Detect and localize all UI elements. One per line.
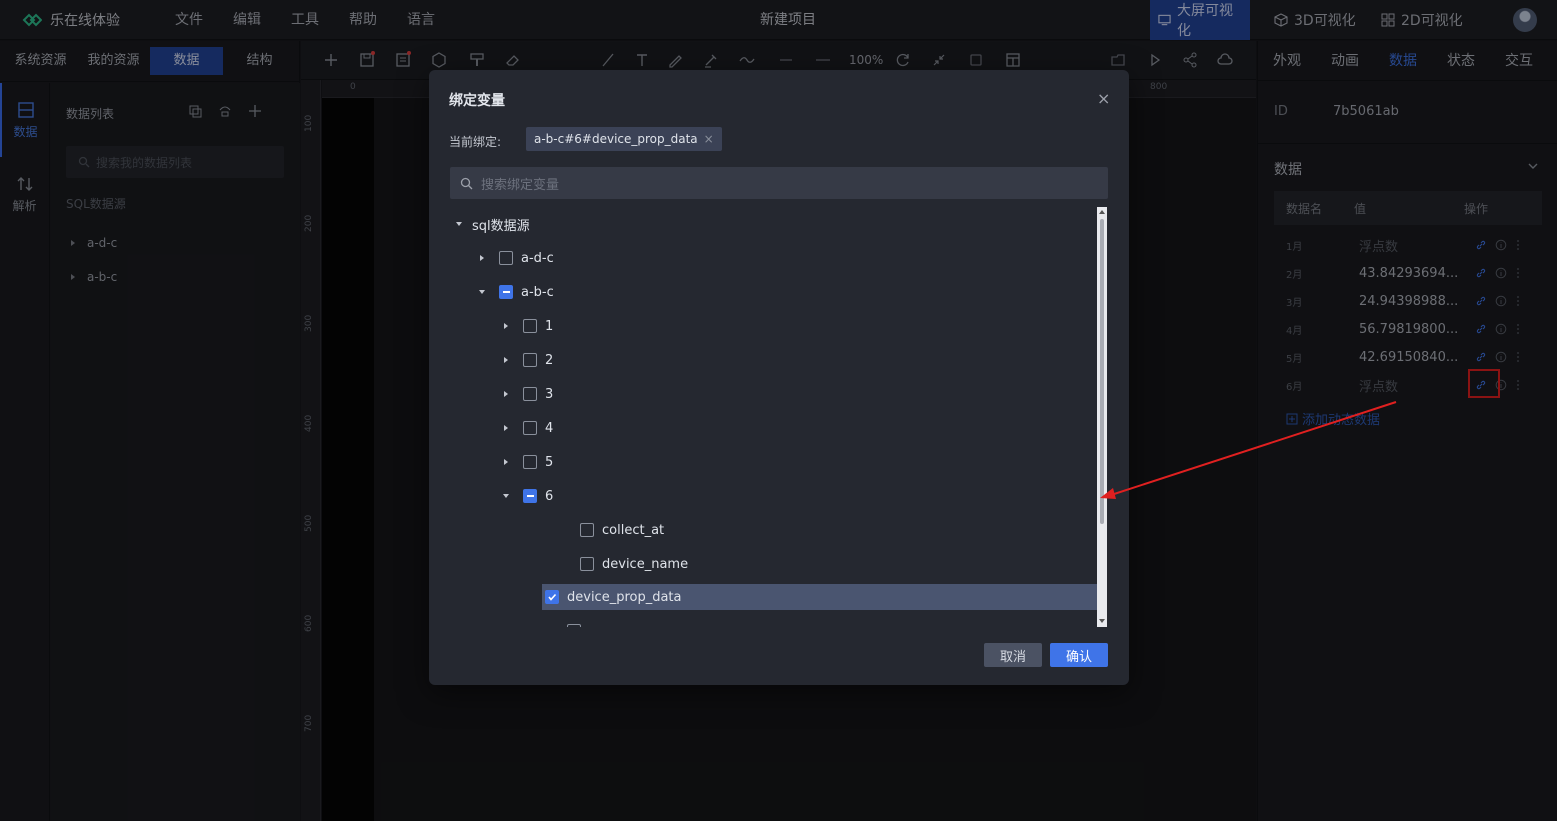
tree-group-label: 4 xyxy=(545,420,554,436)
tree-group-label: 2 xyxy=(545,352,554,368)
checkbox[interactable] xyxy=(523,455,537,469)
tree-source-adc[interactable]: a-d-c xyxy=(475,245,554,271)
tree-group-label: 6 xyxy=(545,488,554,504)
tree-group-2[interactable]: 2 xyxy=(499,347,553,373)
close-icon[interactable]: × xyxy=(1097,91,1110,107)
tree-source-label: a-d-c xyxy=(521,250,554,266)
checkbox[interactable] xyxy=(523,387,537,401)
scroll-down-arrow[interactable] xyxy=(1099,619,1105,623)
checkbox[interactable] xyxy=(523,319,537,333)
scroll-up-arrow[interactable] xyxy=(1099,210,1105,214)
current-binding-tag: a-b-c#6#device_prop_data × xyxy=(526,127,722,151)
tree-group-4[interactable]: 4 xyxy=(499,415,553,441)
checkbox-checked[interactable] xyxy=(545,590,559,604)
current-binding-value: a-b-c#6#device_prop_data xyxy=(534,132,698,146)
tree-group-6[interactable]: 6 xyxy=(499,483,553,509)
tree-source-label: a-b-c xyxy=(521,284,554,300)
caret-right-icon[interactable] xyxy=(499,387,513,401)
tree-group-label: 1 xyxy=(545,318,554,334)
tree-field-partial xyxy=(567,618,589,627)
search-icon xyxy=(460,177,473,189)
caret-right-icon[interactable] xyxy=(499,421,513,435)
tree-group-5[interactable]: 5 xyxy=(499,449,553,475)
checkbox[interactable] xyxy=(580,523,594,537)
checkbox[interactable] xyxy=(580,557,594,571)
tree-group-3[interactable]: 3 xyxy=(499,381,553,407)
tree-group-1[interactable]: 1 xyxy=(499,313,553,339)
caret-right-icon[interactable] xyxy=(475,251,489,265)
tree-scrollbar[interactable] xyxy=(1097,207,1107,627)
cancel-button[interactable]: 取消 xyxy=(984,643,1042,667)
caret-down-icon[interactable] xyxy=(499,489,513,503)
tag-close-icon[interactable]: × xyxy=(704,132,714,146)
bind-variable-dialog: 绑定变量 × 当前绑定: a-b-c#6#device_prop_data × … xyxy=(429,70,1129,685)
tree-root-sql[interactable]: sql数据源 xyxy=(452,211,530,237)
caret-right-icon[interactable] xyxy=(499,353,513,367)
check-icon xyxy=(548,593,557,601)
current-binding-label: 当前绑定: xyxy=(449,135,502,149)
tree-source-abc[interactable]: a-b-c xyxy=(475,279,554,305)
caret-down-icon[interactable] xyxy=(452,217,466,231)
scroll-thumb[interactable] xyxy=(1100,219,1104,524)
tree-group-label: 5 xyxy=(545,454,554,470)
caret-right-icon[interactable] xyxy=(499,319,513,333)
tree-group-label: 3 xyxy=(545,386,554,402)
checkbox[interactable] xyxy=(567,624,581,627)
tree-field-label: collect_at xyxy=(602,522,665,538)
variable-tree: sql数据源 a-d-c a-b-c 1 2 3 4 5 6 collect_at dev… xyxy=(450,207,1106,627)
checkbox[interactable] xyxy=(499,251,513,265)
checkbox-indeterminate[interactable] xyxy=(499,285,513,299)
tree-field-device-name[interactable]: device_name xyxy=(544,551,688,577)
tree-root-label: sql数据源 xyxy=(472,218,530,234)
tree-field-collect-at[interactable]: collect_at xyxy=(544,517,664,543)
caret-right-icon[interactable] xyxy=(499,455,513,469)
tree-field-device-prop-data[interactable]: device_prop_data xyxy=(542,584,1098,610)
checkbox-indeterminate[interactable] xyxy=(523,489,537,503)
checkbox[interactable] xyxy=(523,421,537,435)
confirm-button[interactable]: 确认 xyxy=(1050,643,1108,667)
tree-field-label: device_prop_data xyxy=(567,589,682,605)
variable-search-input[interactable]: 搜索绑定变量 xyxy=(450,167,1108,199)
checkbox[interactable] xyxy=(523,353,537,367)
tree-field-label: device_name xyxy=(602,556,689,572)
caret-down-icon[interactable] xyxy=(475,285,489,299)
variable-search-placeholder: 搜索绑定变量 xyxy=(481,177,560,193)
dialog-title: 绑定变量 xyxy=(449,93,505,109)
